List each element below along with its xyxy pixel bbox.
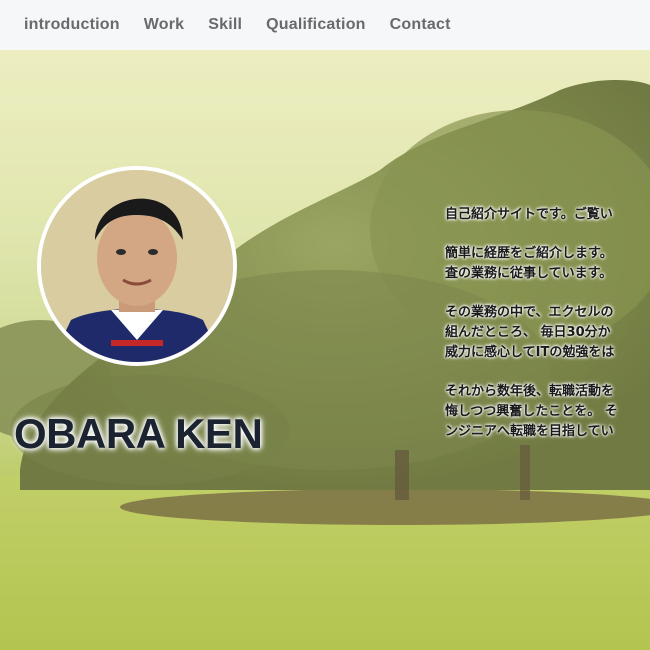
bio-line: その業務の中で、エクセルの <box>445 305 614 320</box>
bio-text: 自己紹介サイトです。ご覧い 簡単に経歴をご紹介します。 査の業務に従事しています… <box>445 205 650 461</box>
bio-line: 組んだところ、 毎日30分か <box>445 325 611 340</box>
bio-line: 威力に感心してITの勉強をは <box>445 345 615 360</box>
bio-line: 自己紹介サイトです。ご覧い <box>445 207 613 222</box>
nav-link-contact[interactable]: Contact <box>390 16 451 34</box>
profile-photo <box>41 170 233 362</box>
bio-paragraph: その業務の中で、エクセルの 組んだところ、 毎日30分か 威力に感心してITの勉… <box>445 303 650 363</box>
top-nav: introduction Work Skill Qualification Co… <box>0 0 650 50</box>
nav-link-introduction[interactable]: introduction <box>24 16 120 34</box>
bio-line: 査の業務に従事しています。 <box>445 266 613 281</box>
bio-paragraph: 自己紹介サイトです。ご覧い <box>445 205 650 225</box>
bio-paragraph: それから数年後、転職活動を 悔しつつ興奮したことを。 そ ンジニアへ転職を目指し… <box>445 382 650 442</box>
bio-line: それから数年後、転職活動を <box>445 384 615 399</box>
bio-line: ンジニアへ転職を目指してい <box>445 424 614 439</box>
bio-paragraph: 簡単に経歴をご紹介します。 査の業務に従事しています。 <box>445 244 650 284</box>
profile-avatar <box>37 166 237 366</box>
nav-link-work[interactable]: Work <box>144 16 185 34</box>
nav-link-qualification[interactable]: Qualification <box>266 16 366 34</box>
nav-link-skill[interactable]: Skill <box>208 16 242 34</box>
bio-line: 悔しつつ興奮したことを。 そ <box>445 404 618 419</box>
bio-line: 簡単に経歴をご紹介します。 <box>445 246 613 261</box>
profile-name: OBARA KEN <box>14 410 263 457</box>
